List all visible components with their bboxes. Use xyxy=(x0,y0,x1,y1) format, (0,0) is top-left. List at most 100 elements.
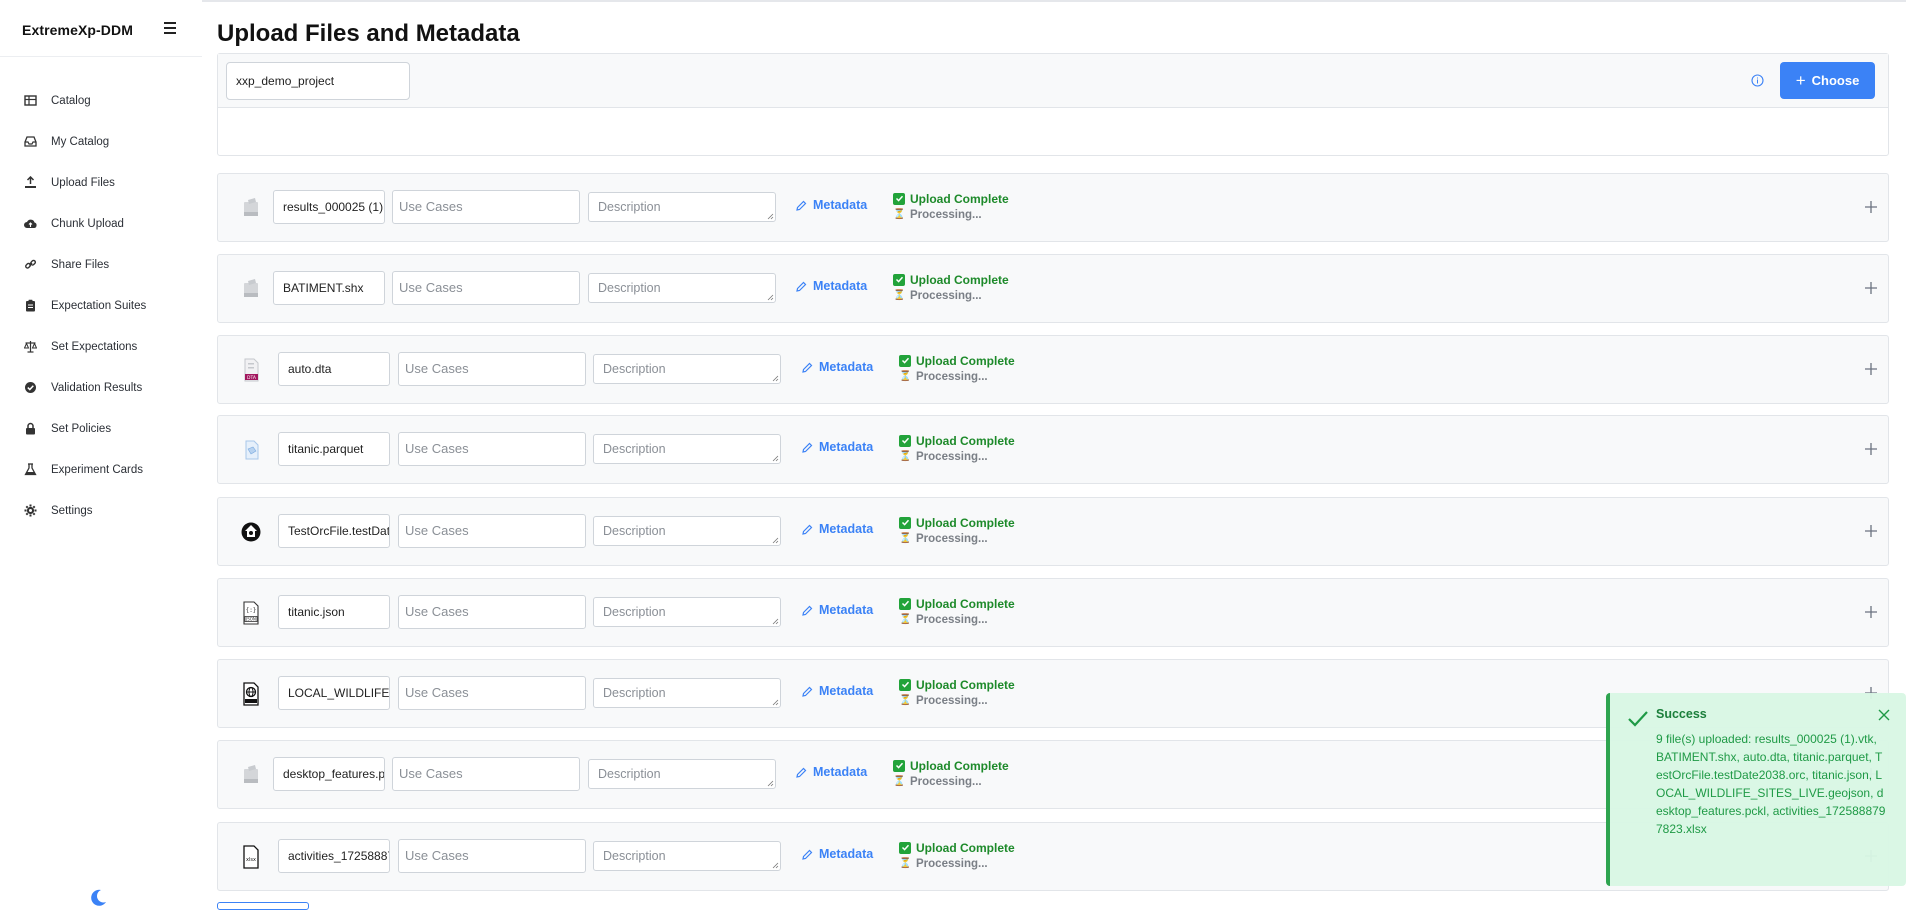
use-cases-input[interactable]: Use Cases xyxy=(398,514,586,548)
resize-handle-icon[interactable] xyxy=(767,213,774,220)
description-textarea[interactable]: Description xyxy=(588,273,776,303)
metadata-label: Metadata xyxy=(819,360,874,374)
description-textarea[interactable]: Description xyxy=(593,678,781,708)
hourglass-icon: ⏳ xyxy=(893,290,906,301)
upload-complete-label: Upload Complete xyxy=(916,677,1015,692)
sidebar-item-chunk-upload[interactable]: Chunk Upload xyxy=(0,203,202,244)
use-cases-input[interactable]: Use Cases xyxy=(398,676,586,710)
use-cases-input[interactable]: Use Cases xyxy=(398,432,586,466)
sidebar-item-validation-results[interactable]: Validation Results xyxy=(0,367,202,408)
generic-file-icon xyxy=(244,279,258,297)
sidebar-item-my-catalog[interactable]: My Catalog xyxy=(0,121,202,162)
link-icon xyxy=(25,259,37,269)
pencil-icon xyxy=(796,767,807,778)
sidebar-item-experiment-cards[interactable]: Experiment Cards xyxy=(0,449,202,490)
sidebar-item-catalog[interactable]: Catalog xyxy=(0,80,202,121)
upload-status: Upload Complete ⏳ Processing... xyxy=(899,433,1015,464)
file-name-input[interactable]: BATIMENT.shx xyxy=(273,271,385,305)
file-name-input[interactable]: results_000025 (1).vtk xyxy=(273,190,385,224)
table-icon xyxy=(24,95,37,106)
resize-handle-icon[interactable] xyxy=(767,780,774,787)
use-cases-input[interactable]: Use Cases xyxy=(398,839,586,873)
description-textarea[interactable]: Description xyxy=(593,841,781,871)
metadata-link[interactable]: Metadata xyxy=(796,198,867,212)
use-cases-input[interactable]: Use Cases xyxy=(392,190,580,224)
metadata-link[interactable]: Metadata xyxy=(802,440,873,454)
description-placeholder: Description xyxy=(598,200,661,214)
sidebar-item-set-policies[interactable]: Set Policies xyxy=(0,408,202,449)
upload-complete-label: Upload Complete xyxy=(910,272,1009,287)
resize-handle-icon[interactable] xyxy=(767,294,774,301)
description-textarea[interactable]: Description xyxy=(593,434,781,464)
close-icon[interactable] xyxy=(1878,709,1890,721)
file-name-input[interactable]: TestOrcFile.testDate2038.orc xyxy=(278,514,390,548)
resize-handle-icon[interactable] xyxy=(772,618,779,625)
metadata-link[interactable]: Metadata xyxy=(802,522,873,536)
description-textarea[interactable]: Description xyxy=(588,759,776,789)
upload-status: Upload Complete ⏳ Processing... xyxy=(899,353,1015,384)
expand-plus-icon[interactable] xyxy=(1864,200,1878,214)
upload-complete-label: Upload Complete xyxy=(916,353,1015,368)
use-cases-input[interactable]: Use Cases xyxy=(392,271,580,305)
metadata-label: Metadata xyxy=(819,440,874,454)
expand-plus-icon[interactable] xyxy=(1864,605,1878,619)
metadata-link[interactable]: Metadata xyxy=(796,279,867,293)
expand-plus-icon[interactable] xyxy=(1864,524,1878,538)
file-name-input[interactable]: LOCAL_WILDLIFE_SITES_LIVE.geojson xyxy=(278,676,390,710)
description-textarea[interactable]: Description xyxy=(593,597,781,627)
description-textarea[interactable]: Description xyxy=(588,192,776,222)
resize-handle-icon[interactable] xyxy=(772,699,779,706)
project-input[interactable] xyxy=(226,62,410,100)
checkbox-check-icon xyxy=(899,434,911,447)
pencil-icon xyxy=(802,524,813,535)
resize-handle-icon[interactable] xyxy=(772,537,779,544)
sidebar-item-share-files[interactable]: Share Files xyxy=(0,244,202,285)
description-placeholder: Description xyxy=(603,442,666,456)
description-textarea[interactable]: Description xyxy=(593,516,781,546)
metadata-link[interactable]: Metadata xyxy=(796,765,867,779)
choose-button[interactable]: + Choose xyxy=(1780,62,1875,99)
upload-complete-label: Upload Complete xyxy=(916,515,1015,530)
file-name-input[interactable]: activities_1725888797823.xlsx xyxy=(278,839,390,873)
resize-handle-icon[interactable] xyxy=(772,375,779,382)
processing-label: Processing... xyxy=(916,370,988,383)
hourglass-icon: ⏳ xyxy=(899,614,912,625)
metadata-link[interactable]: Metadata xyxy=(802,847,873,861)
use-cases-input[interactable]: Use Cases xyxy=(392,757,580,791)
file-name-input[interactable]: auto.dta xyxy=(278,352,390,386)
sidebar-item-set-expectations[interactable]: Set Expectations xyxy=(0,326,202,367)
upload-complete-label: Upload Complete xyxy=(910,191,1009,206)
use-cases-input[interactable]: Use Cases xyxy=(398,595,586,629)
sidebar-divider xyxy=(0,56,202,57)
processing-label: Processing... xyxy=(916,694,988,707)
metadata-label: Metadata xyxy=(819,684,874,698)
file-name-input[interactable]: titanic.json xyxy=(278,595,390,629)
info-icon[interactable] xyxy=(1751,74,1764,87)
use-cases-input[interactable]: Use Cases xyxy=(398,352,586,386)
metadata-link[interactable]: Metadata xyxy=(802,603,873,617)
pencil-icon xyxy=(802,362,813,373)
expand-plus-icon[interactable] xyxy=(1864,281,1878,295)
description-textarea[interactable]: Description xyxy=(593,354,781,384)
metadata-link[interactable]: Metadata xyxy=(802,360,873,374)
json-file-icon: {:} JSON xyxy=(243,601,259,625)
expand-plus-icon[interactable] xyxy=(1864,362,1878,376)
resize-handle-icon[interactable] xyxy=(772,455,779,462)
moon-icon[interactable] xyxy=(88,888,108,908)
generic-file-icon xyxy=(244,198,258,216)
upload-button[interactable] xyxy=(217,902,309,910)
sidebar-item-upload-files[interactable]: Upload Files xyxy=(0,162,202,203)
metadata-link[interactable]: Metadata xyxy=(802,684,873,698)
hourglass-icon: ⏳ xyxy=(899,371,912,382)
file-name-input[interactable]: desktop_features.pckl xyxy=(273,757,385,791)
upload-complete-label: Upload Complete xyxy=(916,433,1015,448)
sidebar-item-expectation-suites[interactable]: Expectation Suites xyxy=(0,285,202,326)
resize-handle-icon[interactable] xyxy=(772,862,779,869)
hamburger-menu-icon[interactable] xyxy=(164,20,180,36)
checkbox-check-icon xyxy=(899,678,911,691)
description-placeholder: Description xyxy=(603,686,666,700)
file-name-input[interactable]: titanic.parquet xyxy=(278,432,390,466)
expand-plus-icon[interactable] xyxy=(1864,442,1878,456)
sidebar-item-label: Set Policies xyxy=(51,422,112,435)
sidebar-item-settings[interactable]: Settings xyxy=(0,490,202,531)
